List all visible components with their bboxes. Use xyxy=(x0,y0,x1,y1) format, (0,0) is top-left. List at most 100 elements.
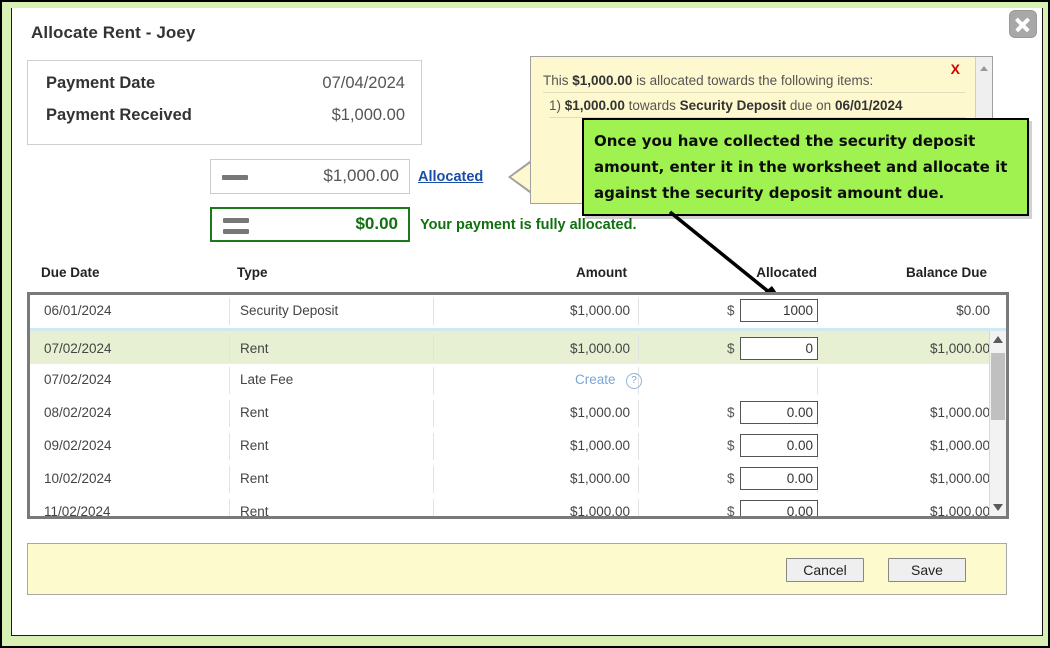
tooltip-pointer xyxy=(511,162,532,192)
column-header-amount: Amount xyxy=(457,265,627,280)
cell-divider xyxy=(433,298,434,325)
tooltip-line1-suffix: is allocated towards the following items… xyxy=(632,73,873,88)
currency-symbol: $ xyxy=(727,438,735,453)
table-row[interactable]: 07/02/2024 Late Fee Create? xyxy=(30,364,1006,398)
dialog-right-border xyxy=(1042,8,1043,636)
page-title: Allocate Rent - Joey xyxy=(31,23,196,43)
tooltip-line2-date: 06/01/2024 xyxy=(835,98,903,113)
tooltip-line2-due: due on xyxy=(786,98,835,113)
table-scrollbar[interactable] xyxy=(989,331,1006,516)
cell-divider xyxy=(229,400,230,427)
payment-date-label: Payment Date xyxy=(46,74,155,93)
dialog-window: Allocate Rent - Joey Payment Date 07/04/… xyxy=(0,0,1050,648)
cell-divider xyxy=(433,334,434,361)
cell-amount: $1,000.00 xyxy=(460,504,630,519)
scroll-up-arrow-icon[interactable] xyxy=(980,66,988,71)
currency-symbol: $ xyxy=(727,405,735,420)
cell-due-date: 07/02/2024 xyxy=(44,372,112,387)
cell-divider xyxy=(229,433,230,460)
close-icon[interactable] xyxy=(1009,10,1037,38)
cell-divider xyxy=(433,367,434,394)
equals-icon-top xyxy=(223,218,249,223)
scrollbar-thumb[interactable] xyxy=(991,353,1005,420)
table-row[interactable]: 07/02/2024Rent$1,000.00$$1,000.00 xyxy=(30,328,1006,368)
help-icon[interactable]: ? xyxy=(626,373,642,389)
cell-divider xyxy=(638,499,639,519)
cell-divider xyxy=(433,499,434,519)
table-row[interactable]: 11/02/2024Rent$1,000.00$$1,000.00 xyxy=(30,496,1006,519)
payment-date-value: 07/04/2024 xyxy=(322,74,405,93)
payment-date-row: Payment Date 07/04/2024 xyxy=(28,74,421,104)
allocated-input[interactable] xyxy=(740,401,818,424)
cell-divider xyxy=(638,400,639,427)
payment-received-value: $1,000.00 xyxy=(332,106,405,125)
cell-balance-due: $0.00 xyxy=(820,303,990,318)
cancel-button[interactable]: Cancel xyxy=(786,558,864,582)
cell-divider xyxy=(817,367,818,394)
allocated-total-value: $1,000.00 xyxy=(323,166,399,186)
scroll-down-arrow-icon[interactable] xyxy=(993,504,1003,511)
currency-symbol: $ xyxy=(727,504,735,519)
allocated-total-box: $1,000.00 xyxy=(210,159,410,194)
cell-type: Security Deposit xyxy=(240,303,338,318)
currency-symbol: $ xyxy=(727,341,735,356)
tooltip-line2-amount: $1,000.00 xyxy=(565,98,625,113)
remaining-total-box: $0.00 xyxy=(210,207,410,242)
cell-amount: $1,000.00 xyxy=(460,438,630,453)
cell-divider xyxy=(229,334,230,361)
annotation-callout: Once you have collected the security dep… xyxy=(582,118,1029,216)
cell-type: Rent xyxy=(240,438,269,453)
column-header-type: Type xyxy=(237,265,268,280)
cell-divider xyxy=(433,466,434,493)
scroll-up-arrow-icon[interactable] xyxy=(993,336,1003,343)
allocated-input[interactable] xyxy=(740,467,818,490)
cell-due-date: 07/02/2024 xyxy=(44,341,112,356)
tooltip-line-2: 1) $1,000.00 towards Security Deposit du… xyxy=(549,98,965,118)
allocated-input[interactable] xyxy=(740,337,818,360)
cell-divider xyxy=(638,298,639,325)
currency-symbol: $ xyxy=(727,471,735,486)
allocated-input[interactable] xyxy=(740,500,818,519)
cell-divider xyxy=(638,466,639,493)
allocation-table: 06/01/2024Security Deposit$1,000.00$$0.0… xyxy=(27,292,1009,519)
payment-summary-box: Payment Date 07/04/2024 Payment Received… xyxy=(27,60,422,145)
cell-type: Rent xyxy=(240,341,269,356)
annotation-text: Once you have collected the security dep… xyxy=(594,128,1018,206)
allocated-link[interactable]: Allocated xyxy=(418,169,483,185)
cell-balance-due: $1,000.00 xyxy=(820,471,990,486)
column-header-allocated: Allocated xyxy=(687,265,817,280)
table-row[interactable]: 08/02/2024Rent$1,000.00$$1,000.00 xyxy=(30,397,1006,431)
cell-balance-due: $1,000.00 xyxy=(820,405,990,420)
cell-due-date: 10/02/2024 xyxy=(44,471,112,486)
payment-received-row: Payment Received $1,000.00 xyxy=(28,106,421,136)
cell-balance-due: $1,000.00 xyxy=(820,504,990,519)
tooltip-line2-item: Security Deposit xyxy=(680,98,787,113)
allocation-status-message: Your payment is fully allocated. xyxy=(420,217,636,233)
table-row[interactable]: 06/01/2024Security Deposit$1,000.00$$0.0… xyxy=(30,295,1006,329)
create-link[interactable]: Create xyxy=(575,372,616,387)
column-header-balance-due: Balance Due xyxy=(817,265,987,280)
cell-divider xyxy=(229,466,230,493)
table-row[interactable]: 10/02/2024Rent$1,000.00$$1,000.00 xyxy=(30,463,1006,497)
tooltip-line-1: This $1,000.00 is allocated towards the … xyxy=(543,73,965,93)
dialog-footer: Cancel Save xyxy=(27,543,1007,595)
cell-divider xyxy=(638,433,639,460)
table-row[interactable]: 09/02/2024Rent$1,000.00$$1,000.00 xyxy=(30,430,1006,464)
currency-symbol: $ xyxy=(727,303,735,318)
cell-divider xyxy=(433,433,434,460)
allocated-input[interactable] xyxy=(740,299,818,322)
equals-icon-bottom xyxy=(223,229,249,234)
cell-balance-due: $1,000.00 xyxy=(820,438,990,453)
cell-type: Rent xyxy=(240,405,269,420)
cell-divider xyxy=(229,298,230,325)
cell-divider xyxy=(638,334,639,361)
column-header-due-date: Due Date xyxy=(41,265,100,280)
cell-type: Rent xyxy=(240,471,269,486)
allocated-input[interactable] xyxy=(740,434,818,457)
cell-type: Late Fee xyxy=(240,372,293,387)
save-button[interactable]: Save xyxy=(888,558,966,582)
cell-amount: $1,000.00 xyxy=(460,341,630,356)
cell-amount: $1,000.00 xyxy=(460,405,630,420)
tooltip-line1-amount: $1,000.00 xyxy=(572,73,632,88)
table-header: Due Date Type Amount Allocated Balance D… xyxy=(27,265,1007,292)
